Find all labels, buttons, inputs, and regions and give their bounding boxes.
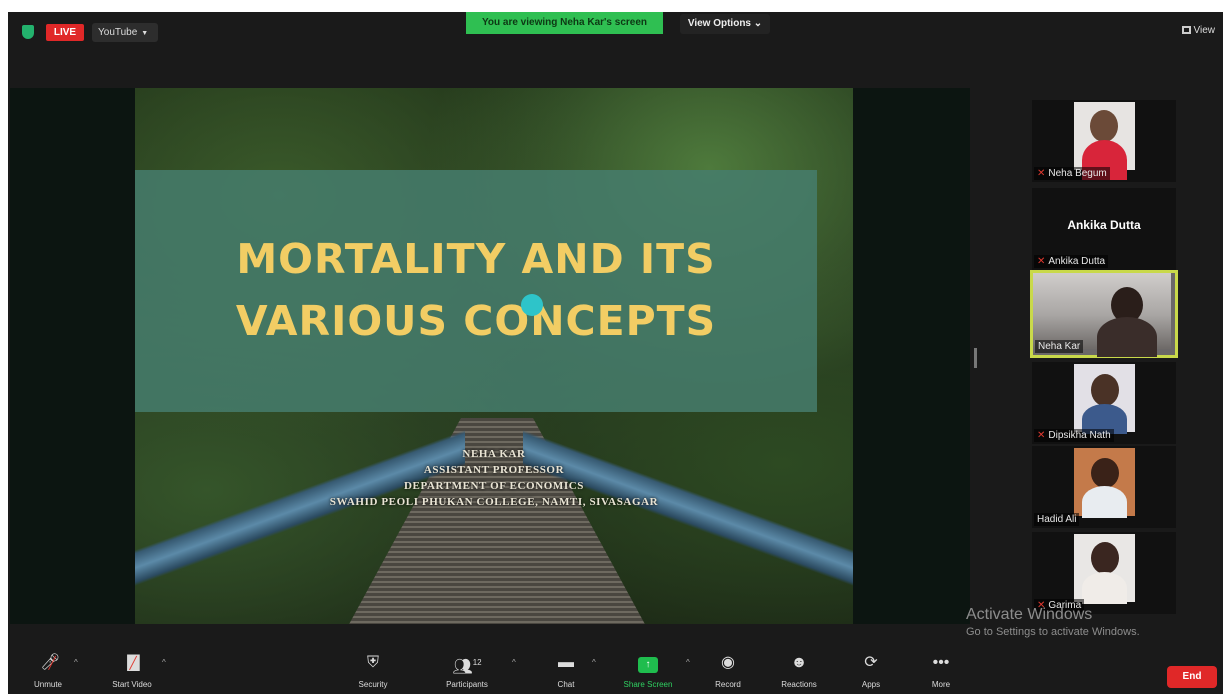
youtube-label: YouTube — [98, 27, 138, 38]
more-button[interactable]: ••• More — [926, 652, 956, 689]
security-button[interactable]: ⛨ Security — [348, 652, 398, 689]
participant-name: ✕ Dipsikha Nath — [1034, 429, 1114, 442]
start-video-button[interactable]: ▇╱ Start Video ^ — [104, 652, 165, 689]
mic-muted-icon: 🎤︎╱ — [40, 654, 61, 671]
presentation-slide: MORTALITY AND ITS VARIOUS CONCEPTS NEHA … — [135, 88, 853, 624]
participant-tile[interactable]: Hadid Ali — [1032, 446, 1176, 528]
view-options-label: View Options — [687, 18, 751, 29]
participant-video — [1074, 364, 1135, 434]
watermark-line-1: Activate Windows — [966, 606, 1093, 623]
zoom-meeting-window: LIVE YouTube ▼ You are viewing Neha Kar's… — [8, 12, 1223, 694]
more-icon: ••• — [932, 654, 950, 671]
slide-credits: NEHA KAR ASSISTANT PROFESSOR DEPARTMENT … — [135, 446, 853, 510]
participant-display-name: Ankika Dutta — [1067, 218, 1141, 232]
grid-view-icon — [1181, 26, 1191, 34]
view-label: View — [1193, 25, 1216, 36]
chevron-up-icon[interactable]: ^ — [162, 658, 166, 667]
author-role: ASSISTANT PROFESSOR — [423, 464, 565, 476]
reactions-icon: ☻ — [790, 654, 808, 671]
participant-video — [1074, 448, 1135, 518]
slide-title: MORTALITY AND ITS VARIOUS CONCEPTS — [135, 228, 817, 352]
participants-button[interactable]: 👥︎12 Participants ^ — [436, 652, 516, 689]
participant-tile[interactable]: ✕ Neha Begum — [1032, 100, 1176, 182]
chevron-up-icon[interactable]: ^ — [686, 658, 690, 667]
participant-name: Hadid Ali — [1034, 513, 1080, 526]
view-options-button[interactable]: View Options ⌄ — [680, 14, 770, 34]
author-name: NEHA KAR — [462, 448, 526, 460]
apps-icon: ⟳ — [864, 654, 878, 671]
slide-title-line-1: MORTALITY AND ITS — [236, 235, 716, 283]
participant-video — [1033, 273, 1171, 357]
viewing-screen-banner: You are viewing Neha Kar's screen — [466, 12, 663, 34]
watermark-line-2: Go to Settings to activate Windows. — [966, 626, 1140, 638]
author-college: SWAHID PEOLI PHUKAN COLLEGE, NAMTI, SIVA… — [329, 496, 659, 508]
participant-tile[interactable]: ✕ Garima — [1032, 532, 1176, 614]
shield-icon[interactable] — [22, 25, 34, 39]
pointer-cursor-icon — [521, 294, 543, 316]
top-bar: LIVE YouTube ▼ You are viewing Neha Kar's… — [8, 12, 1223, 50]
unmute-button[interactable]: 🎤︎╱ Unmute ^ — [26, 652, 78, 689]
author-department: DEPARTMENT OF ECONOMICS — [403, 480, 585, 492]
meeting-controls-bar: 🎤︎╱ Unmute ^ ▇╱ Start Video ^ ⛨ Security… — [8, 640, 1223, 694]
participant-tile[interactable]: ✕ Dipsikha Nath — [1032, 362, 1176, 444]
record-icon: ◉ — [721, 654, 735, 671]
chevron-up-icon[interactable]: ^ — [512, 658, 516, 667]
caret-down-icon: ▼ — [141, 30, 149, 37]
view-button[interactable]: View — [1181, 25, 1216, 36]
mic-muted-icon: ✕ — [1037, 168, 1046, 179]
chevron-up-icon[interactable]: ^ — [592, 658, 596, 667]
share-screen-icon: ↑ — [618, 652, 678, 674]
youtube-dropdown[interactable]: YouTube ▼ — [92, 23, 158, 42]
participant-name: ✕ Neha Begum — [1034, 167, 1110, 180]
participant-video — [1074, 102, 1135, 180]
participant-tile[interactable]: Ankika Dutta ✕ Ankika Dutta — [1032, 188, 1176, 270]
mic-muted-icon: ✕ — [1037, 256, 1046, 267]
participant-name: ✕ Ankika Dutta — [1034, 255, 1109, 268]
reactions-button[interactable]: ☻ Reactions — [774, 652, 824, 689]
record-button[interactable]: ◉ Record — [708, 652, 748, 689]
shared-screen: MORTALITY AND ITS VARIOUS CONCEPTS NEHA … — [10, 88, 970, 624]
chevron-down-icon: ⌄ — [753, 18, 763, 29]
participant-video — [1074, 534, 1135, 604]
share-screen-button[interactable]: ↑ Share Screen ^ — [618, 652, 690, 689]
participant-name: Neha Kar — [1035, 340, 1084, 353]
chat-button[interactable]: ▬ Chat ^ — [548, 652, 596, 689]
participants-icon: 👥︎12 — [452, 658, 482, 676]
slide-title-line-2: VARIOUS CONCEPTS — [235, 297, 717, 345]
activate-windows-watermark: Activate Windows Go to Settings to activ… — [966, 606, 1140, 638]
apps-button[interactable]: ⟳ Apps — [856, 652, 886, 689]
chevron-up-icon[interactable]: ^ — [74, 658, 78, 667]
slide-title-banner: MORTALITY AND ITS VARIOUS CONCEPTS — [135, 170, 817, 412]
end-meeting-button[interactable]: End — [1167, 666, 1217, 688]
active-speaker-tile[interactable]: Neha Kar — [1030, 270, 1178, 358]
live-badge[interactable]: LIVE — [46, 24, 84, 41]
video-off-icon: ▇╱ — [127, 654, 140, 671]
security-icon: ⛨ — [366, 654, 379, 671]
mic-muted-icon: ✕ — [1037, 430, 1046, 441]
chat-icon: ▬ — [558, 654, 574, 671]
panel-resize-handle[interactable] — [974, 348, 977, 368]
